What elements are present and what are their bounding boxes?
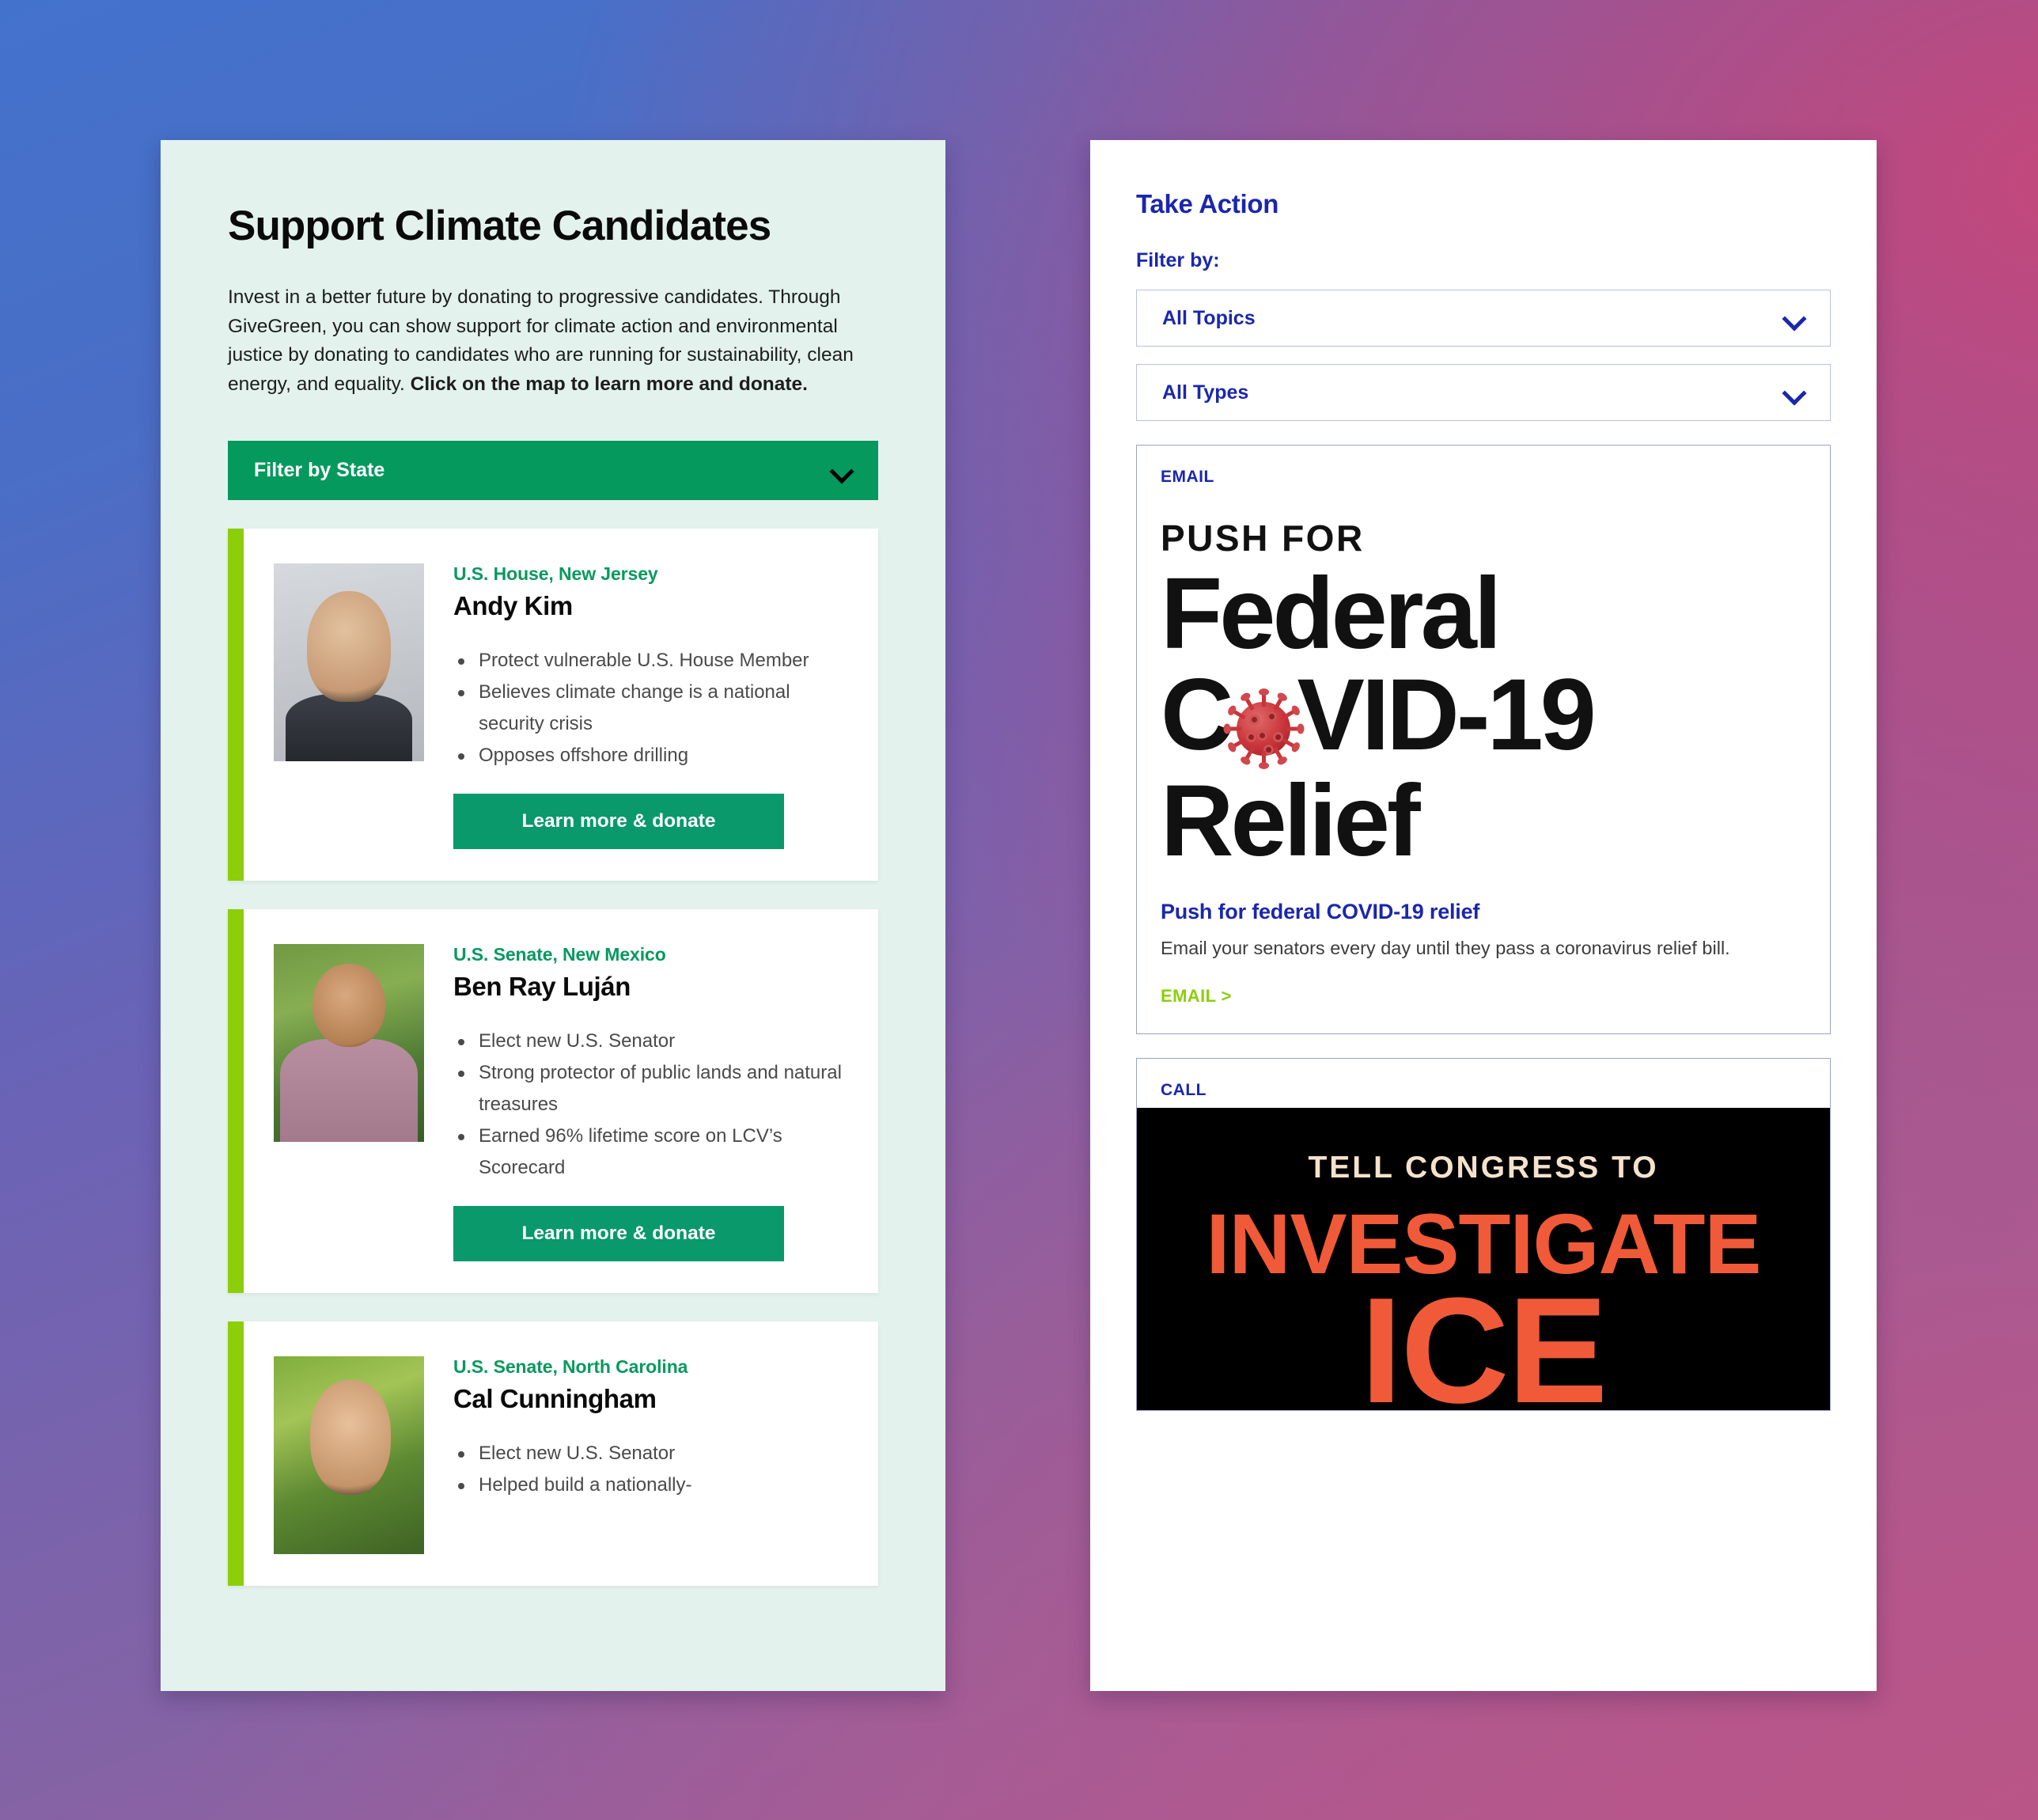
candidate-office: U.S. House, New Jersey [453, 563, 658, 584]
action-card-call[interactable]: CALL TELL CONGRESS TO INVESTIGATE ICE [1136, 1058, 1831, 1411]
list-item: Protect vulnerable U.S. House Member [458, 645, 848, 677]
list-item: Helped build a nationally- [458, 1469, 848, 1501]
list-item: Earned 96% lifetime score on LCV’s Score… [458, 1120, 848, 1184]
candidate-card[interactable]: U.S. Senate, New Mexico Ben Ray Luján El… [228, 909, 878, 1293]
action-kicker: CALL [1161, 1081, 1207, 1099]
chevron-down-icon [1784, 382, 1805, 403]
coronavirus-icon [1225, 688, 1301, 767]
poster-line-push-for: PUSH FOR [1161, 518, 1365, 559]
chevron-down-icon [1784, 308, 1805, 328]
support-climate-candidates-panel: Support Climate Candidates Invest in a b… [161, 140, 945, 1691]
action-title[interactable]: Push for federal COVID-19 relief [1161, 900, 1806, 924]
intro-paragraph: Invest in a better future by donating to… [228, 283, 878, 399]
filter-by-state-label: Filter by State [254, 459, 385, 481]
all-types-select[interactable]: All Types [1136, 364, 1831, 421]
all-topics-select[interactable]: All Topics [1136, 290, 1831, 347]
candidate-card[interactable]: U.S. Senate, North Carolina Cal Cunningh… [228, 1321, 878, 1586]
chevron-down-icon [831, 461, 852, 481]
candidate-bullet-list: Protect vulnerable U.S. House Member Bel… [453, 645, 848, 772]
list-item: Elect new U.S. Senator [458, 1438, 848, 1469]
action-card-email[interactable]: EMAIL PUSH FOR Federal C VID-19 Relief Pu… [1136, 445, 1831, 1034]
page-title: Support Climate Candidates [228, 203, 771, 249]
filter-by-label: Filter by: [1136, 249, 1220, 271]
all-topics-value: All Topics [1162, 306, 1256, 329]
intro-text-bold: Click on the map to learn more and donat… [410, 373, 808, 395]
list-item: Elect new U.S. Senator [458, 1026, 848, 1057]
poster-letter-c: C [1161, 658, 1233, 772]
take-action-title: Take Action [1136, 189, 1279, 218]
email-cta-link[interactable]: EMAIL > [1161, 986, 1232, 1007]
candidate-name: Andy Kim [453, 591, 573, 620]
investigate-ice-poster: TELL CONGRESS TO INVESTIGATE ICE [1137, 1108, 1830, 1410]
candidate-office: U.S. Senate, New Mexico [453, 944, 666, 965]
list-item: Strong protector of public lands and nat… [458, 1057, 848, 1120]
poster-line-federal: Federal [1161, 557, 1502, 670]
list-item: Opposes offshore drilling [458, 740, 848, 772]
poster-line-tell-congress: TELL CONGRESS TO [1308, 1151, 1659, 1185]
learn-more-and-donate-button[interactable]: Learn more & donate [453, 794, 784, 849]
take-action-panel: Take Action Filter by: All Topics All Ty… [1090, 140, 1877, 1691]
action-kicker: EMAIL [1161, 468, 1214, 486]
candidate-name: Cal Cunningham [453, 1384, 657, 1413]
poster-line-relief: Relief [1161, 764, 1421, 878]
list-item: Believes climate change is a national se… [458, 677, 848, 740]
candidate-photo [274, 944, 424, 1142]
candidate-photo [274, 1356, 424, 1554]
candidate-card[interactable]: U.S. House, New Jersey Andy Kim Protect … [228, 529, 878, 881]
poster-line-covid: C VID-19 [1161, 665, 1806, 767]
candidate-bullet-list: Elect new U.S. Senator Strong protector … [453, 1026, 848, 1184]
learn-more-and-donate-button[interactable]: Learn more & donate [453, 1206, 784, 1261]
candidate-photo [274, 563, 424, 761]
all-types-value: All Types [1162, 381, 1249, 404]
poster-text-vid19: VID-19 [1297, 658, 1596, 772]
poster-line-ice: ICE [1360, 1267, 1608, 1410]
candidate-name: Ben Ray Luján [453, 972, 631, 1001]
covid-relief-poster: PUSH FOR Federal C VID-19 Relief [1137, 495, 1830, 897]
candidate-office: U.S. Senate, North Carolina [453, 1356, 688, 1377]
candidate-bullet-list: Elect new U.S. Senator Helped build a na… [453, 1438, 848, 1501]
filter-by-state-button[interactable]: Filter by State [228, 441, 878, 500]
action-description: Email your senators every day until they… [1161, 938, 1730, 958]
